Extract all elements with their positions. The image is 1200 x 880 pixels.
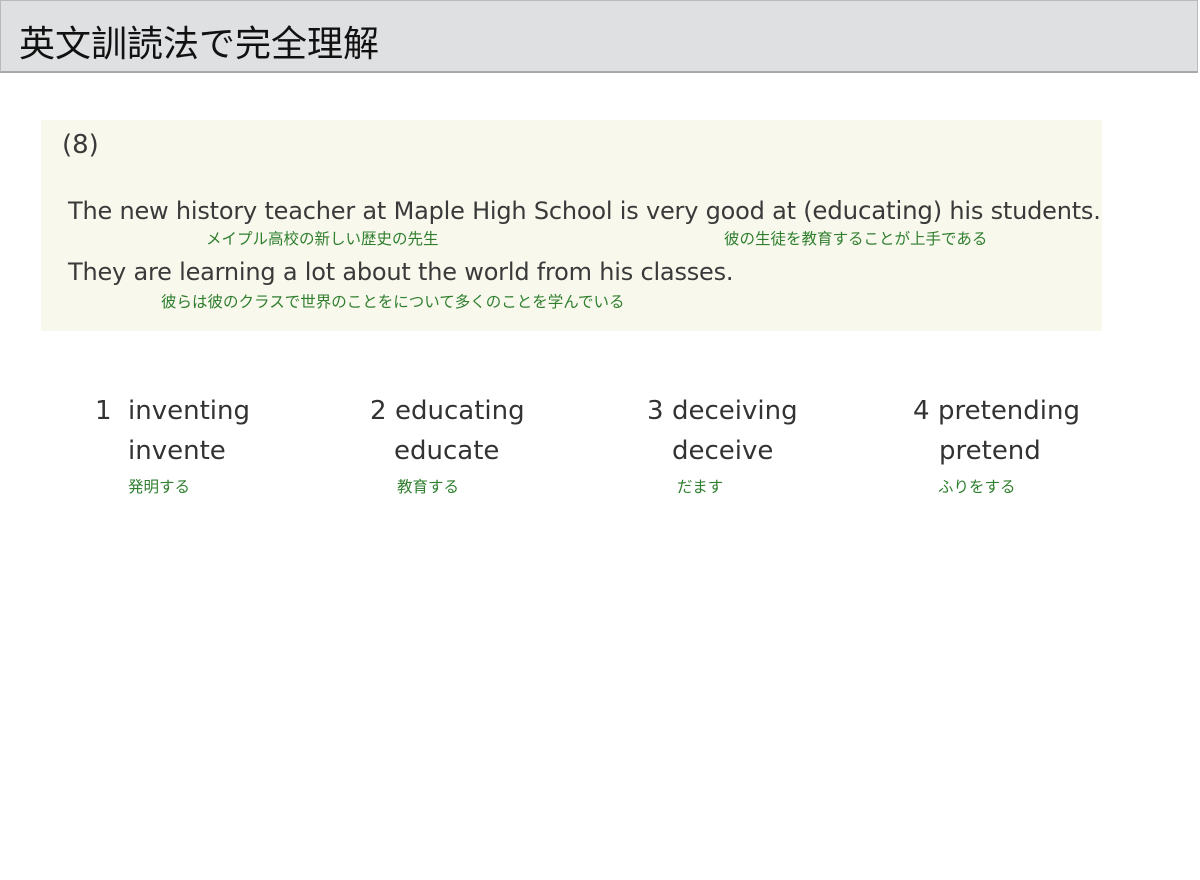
title-bar: 英文訓読法で完全理解 bbox=[0, 0, 1198, 73]
choice-3-meaning: だます bbox=[677, 478, 724, 496]
page-title: 英文訓読法で完全理解 bbox=[19, 24, 380, 65]
gloss-subject: メイプル高校の新しい歴史の先生 bbox=[206, 230, 439, 248]
choice-1-word: inventing bbox=[128, 396, 250, 426]
sentence-1-before: The new history teacher at Maple High Sc… bbox=[68, 197, 813, 225]
choice-2-word: educating bbox=[395, 396, 525, 426]
choice-3-word: deceiving bbox=[672, 396, 798, 426]
choice-1-number: 1 bbox=[95, 396, 112, 426]
choice-4-number: 4 bbox=[913, 396, 930, 426]
gloss-predicate: 彼の生徒を教育することが上手である bbox=[724, 230, 988, 248]
sentence-2: They are learning a lot about the world … bbox=[68, 258, 734, 286]
choice-4-word: pretending bbox=[938, 396, 1080, 426]
choice-1-meaning: 発明する bbox=[128, 478, 191, 496]
choice-3-number: 3 bbox=[647, 396, 664, 426]
choice-3-base-form: deceive bbox=[672, 436, 774, 466]
choice-2-meaning: 教育する bbox=[397, 478, 460, 496]
choice-4-meaning: ふりをする bbox=[938, 478, 1016, 496]
choice-4-base-form: pretend bbox=[939, 436, 1041, 466]
choice-1-base-form: invente bbox=[128, 436, 226, 466]
slide: 英文訓読法で完全理解 (8) The new history teacher a… bbox=[0, 0, 1200, 880]
question-number: (8) bbox=[62, 130, 99, 160]
sentence-1: The new history teacher at Maple High Sc… bbox=[68, 196, 1101, 225]
answer-word: educating bbox=[812, 196, 933, 225]
sentence-1-after: ) his students. bbox=[932, 197, 1101, 225]
choice-2-base-form: educate bbox=[394, 436, 500, 466]
choice-2-number: 2 bbox=[370, 396, 387, 426]
problem-box: (8) The new history teacher at Maple Hig… bbox=[41, 120, 1102, 331]
gloss-sentence-2: 彼らは彼のクラスで世界のことをについて多くのことを学んでいる bbox=[161, 293, 625, 311]
